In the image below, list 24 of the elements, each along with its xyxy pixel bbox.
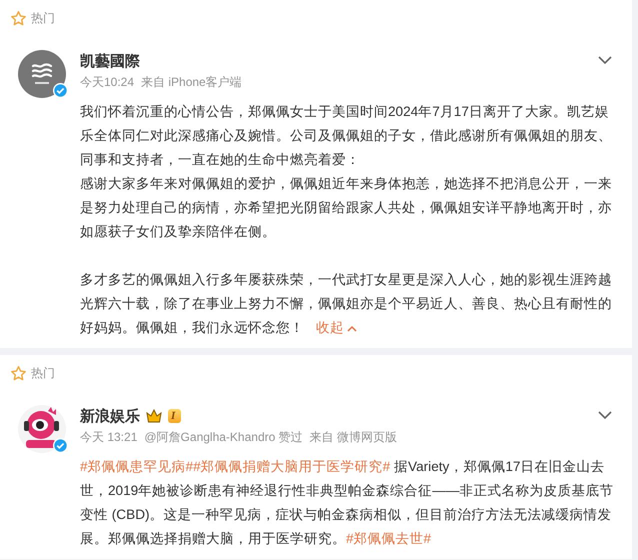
caret-up-icon — [347, 325, 357, 332]
crown-icon — [146, 409, 162, 423]
chevron-down-icon[interactable] — [598, 56, 612, 65]
section-label: 热门 — [31, 364, 55, 382]
post-text: 我们怀着沉重的心情公告，郑佩佩女士于美国时间2024年7月17日离开了大家。凯艺娱 乐全体同仁对此深感痛心及婉惜。公司及佩佩姐的子女，借此感谢所有佩佩姐的朋友、 同事和支持者，一直在她的生命中燃亮着爱： 感谢大家多年来对佩佩姐的爱护，佩佩姐近年来身体抱恙，她选择不把消息公开，一来 是努力处理自己的病情，亦希望把光阴留给跟家人共处，佩佩姐安详平静地离开时，亦 如愿获子女们及挚亲陪伴在侧。 多才多艺的佩佩姐入行多年屡获殊荣，一代武打女星更是深入人心，她的影视生涯跨越 光辉六十载，除了在事业上努力不懈，佩佩姐亦是个平易近人、善良、热心且有耐性的 好妈妈。佩佩姐，我们永远怀念您！ 收起 — [80, 103, 613, 337]
hashtag-link[interactable]: #郑佩佩患罕见病# — [80, 459, 194, 474]
author-name[interactable]: 凯藝國際 — [80, 52, 140, 70]
hashtag-link[interactable]: #郑佩佩捐赠大脑用于医学研究# — [193, 459, 390, 474]
post-time[interactable]: 今天 13:21 — [80, 429, 138, 446]
avatar-mascot-icon[interactable] — [18, 405, 66, 453]
star-icon — [10, 364, 27, 382]
meta-text: 来自 微博网页版 — [310, 429, 397, 446]
level-badge[interactable]: I — [168, 409, 182, 423]
meta-text: @阿詹Ganglha-Khandro 赞过 — [144, 429, 303, 446]
meta-text: 来自 iPhone客户端 — [141, 74, 242, 91]
post-time[interactable]: 今天10:24 — [80, 74, 134, 91]
star-icon — [10, 10, 27, 26]
author-name[interactable]: 新浪娱乐 — [80, 406, 140, 426]
avatar-logo-icon[interactable] — [18, 50, 66, 98]
post-text: #郑佩佩患罕见病##郑佩佩捐赠大脑用于医学研究# 据Variety，郑佩佩17日在旧金山去 世，2019年她被诊断患有神经退行性非典型帕金森综合征——非正式名称为皮质基底节 变性 (CBD)。这是一种罕见病，症状与帕金森病相似，但目前治疗方法无法减缓病情发 展。郑佩佩选择捐赠大脑，用于医学研究。#郑佩佩去世# — [80, 458, 614, 548]
hashtag-link[interactable]: #郑佩佩去世# — [346, 531, 432, 546]
collapse-link[interactable]: 收起 — [316, 320, 357, 335]
section-label: 热门 — [31, 10, 55, 26]
chevron-down-icon[interactable] — [598, 411, 612, 420]
